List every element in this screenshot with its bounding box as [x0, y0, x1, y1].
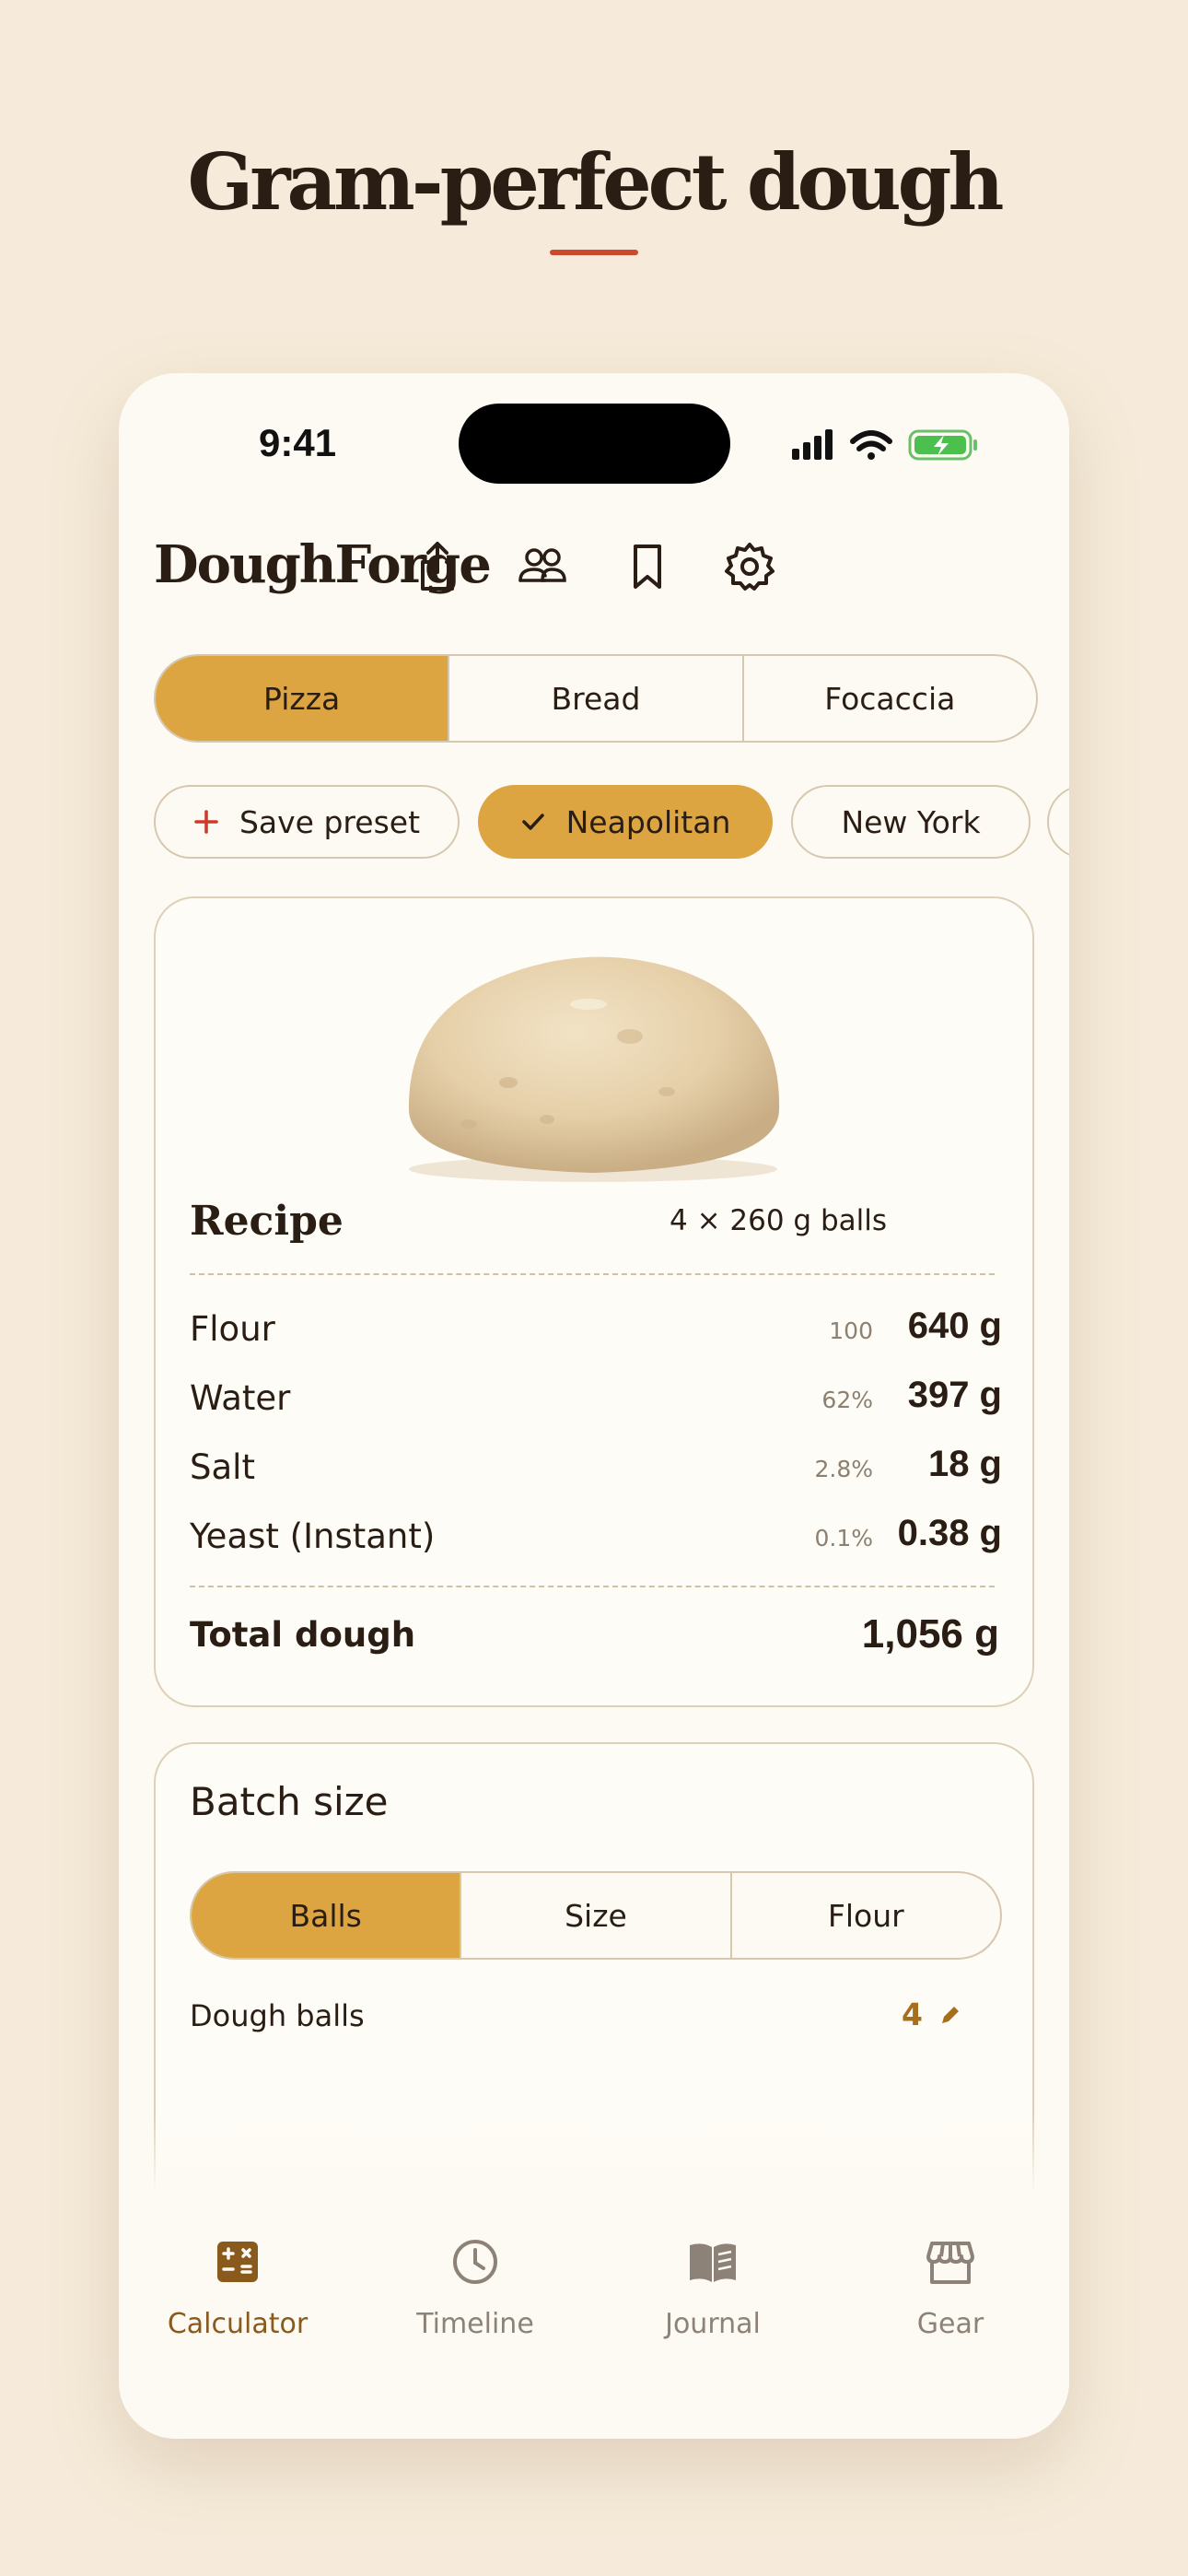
save-preset-button[interactable]: Save preset — [154, 785, 460, 859]
ingredient-name: Water — [190, 1378, 291, 1418]
ingredient-percent: 62% — [821, 1387, 873, 1413]
ingredient-grams: 640 g — [907, 1306, 1002, 1346]
tab-flour[interactable]: Flour — [729, 1873, 1000, 1958]
calculator-icon — [217, 2242, 258, 2282]
tab-gear[interactable]: Gear — [832, 2193, 1069, 2377]
dough-balls-count: 4 — [902, 1996, 923, 2032]
category-tabs: Pizza Bread Focaccia — [154, 654, 1038, 743]
divider — [190, 1273, 995, 1275]
recipe-summary: 4 × 260 g balls — [670, 1204, 888, 1237]
clock-icon — [453, 2240, 497, 2284]
dough-balls-label: Dough balls — [190, 1998, 365, 2033]
wifi-icon — [850, 430, 892, 460]
ingredient-row: Flour 100 640 g — [190, 1302, 1002, 1357]
divider — [190, 1586, 995, 1587]
batch-size-title: Batch size — [190, 1779, 389, 1824]
headline: Gram-perfect dough — [187, 136, 1004, 228]
save-preset-label: Save preset — [239, 803, 421, 840]
preset-chip-neapolitan[interactable]: Neapolitan — [478, 785, 773, 859]
tab-bar: Calculator Timeline Journal Gear — [119, 2193, 1069, 2439]
gear-icon[interactable] — [722, 539, 777, 594]
ingredient-grams: 18 g — [927, 1444, 1002, 1484]
pencil-icon — [942, 2007, 960, 2023]
plus-icon — [194, 810, 218, 834]
ingredient-percent: 2.8% — [814, 1456, 873, 1482]
headline-underline — [550, 250, 638, 255]
preset-label: New York — [841, 803, 981, 840]
ingredient-percent: 0.1% — [814, 1525, 873, 1551]
tab-label: Calculator — [167, 2308, 309, 2340]
ingredient-grams: 0.38 g — [897, 1513, 1002, 1553]
scroll-fade — [119, 2114, 1069, 2193]
battery-charging-icon — [908, 429, 977, 461]
tab-label: Timeline — [416, 2308, 534, 2340]
bookmark-icon[interactable] — [620, 539, 675, 594]
recipe-card: Recipe 4 × 260 g balls Flour 100 640 g W… — [154, 896, 1034, 1707]
ingredient-row: Salt 2.8% 18 g — [190, 1440, 1002, 1495]
tab-size[interactable]: Size — [460, 1873, 729, 1958]
preset-chip-new-york[interactable]: New York — [791, 785, 1031, 859]
preset-chip-partial[interactable] — [1047, 785, 1069, 859]
recipe-title: Recipe — [190, 1198, 344, 1245]
people-icon[interactable] — [515, 539, 570, 594]
dynamic-island — [459, 404, 730, 484]
tab-journal[interactable]: Journal — [594, 2193, 832, 2377]
tab-label: Journal — [665, 2308, 761, 2340]
ingredient-name: Salt — [190, 1447, 255, 1487]
preset-label: Neapolitan — [565, 803, 731, 840]
ingredient-name: Yeast (Instant) — [190, 1516, 436, 1556]
status-icons — [792, 429, 977, 461]
ingredient-row: Water 62% 397 g — [190, 1371, 1002, 1426]
ingredient-row: Yeast (Instant) 0.1% 0.38 g — [190, 1509, 1002, 1564]
book-icon — [690, 2243, 736, 2282]
tab-focaccia[interactable]: Focaccia — [741, 656, 1036, 741]
signal-icon — [792, 429, 833, 460]
ingredient-percent: 100 — [829, 1317, 873, 1344]
tab-bread[interactable]: Bread — [448, 656, 741, 741]
tab-pizza[interactable]: Pizza — [156, 656, 448, 741]
phone-screen: 9:41 DoughForge Pizza Bread Focaccia Sav… — [119, 373, 1069, 2439]
total-dough-value: 1,056 g — [861, 1611, 999, 1657]
status-time: 9:41 — [259, 421, 337, 464]
tab-calculator[interactable]: Calculator — [119, 2193, 356, 2377]
tab-balls[interactable]: Balls — [192, 1873, 460, 1958]
dough-balls-value[interactable]: 4 — [902, 1996, 962, 2032]
total-dough-label: Total dough — [190, 1615, 416, 1655]
ingredient-grams: 397 g — [907, 1375, 1002, 1415]
tab-timeline[interactable]: Timeline — [356, 2193, 594, 2377]
batch-mode-tabs: Balls Size Flour — [190, 1871, 1002, 1960]
share-icon[interactable] — [410, 539, 465, 594]
dough-ball-image — [408, 956, 780, 1182]
tab-label: Gear — [916, 2308, 984, 2340]
store-icon — [926, 2242, 974, 2284]
check-icon — [521, 814, 544, 830]
ingredient-name: Flour — [190, 1309, 275, 1349]
